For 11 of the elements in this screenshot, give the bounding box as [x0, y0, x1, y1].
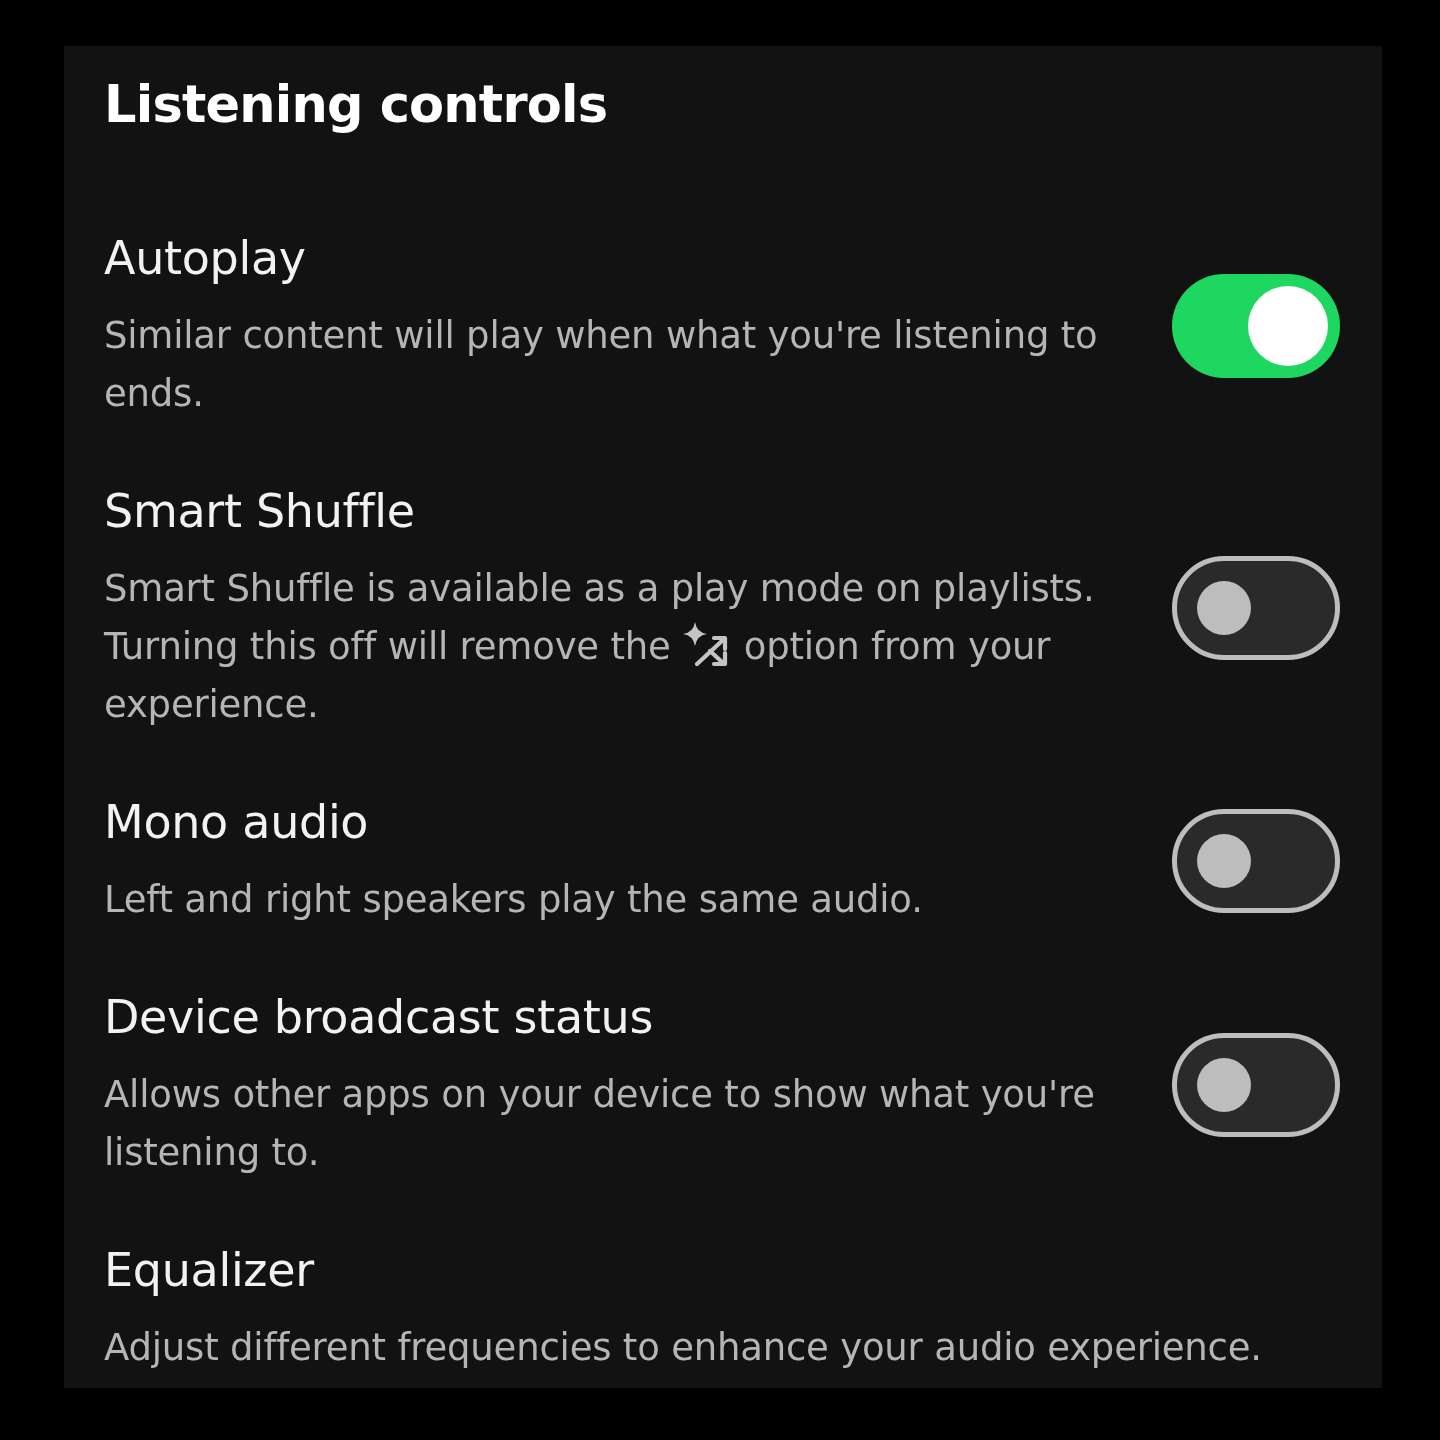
setting-description: Adjust different frequencies to enhance your audio experience. — [104, 1325, 1263, 1371]
setting-title: Smart Shuffle — [104, 483, 415, 540]
setting-description: Smart Shuffle is available as a play mode on playlists. Turning this off will remove the option from your experience. — [104, 566, 1096, 728]
section-title: Listening controls — [104, 74, 608, 136]
setting-description: Similar content will play when what you're listening to ends. — [104, 313, 1099, 417]
setting-title: Mono audio — [104, 794, 369, 851]
setting-title: Equalizer — [104, 1242, 314, 1299]
setting-description: Allows other apps on your device to show what you're listening to. — [104, 1072, 1096, 1176]
setting-title: Autoplay — [104, 230, 306, 287]
setting-title: Device broadcast status — [104, 989, 654, 1046]
setting-description: Left and right speakers play the same audio. — [104, 877, 924, 923]
